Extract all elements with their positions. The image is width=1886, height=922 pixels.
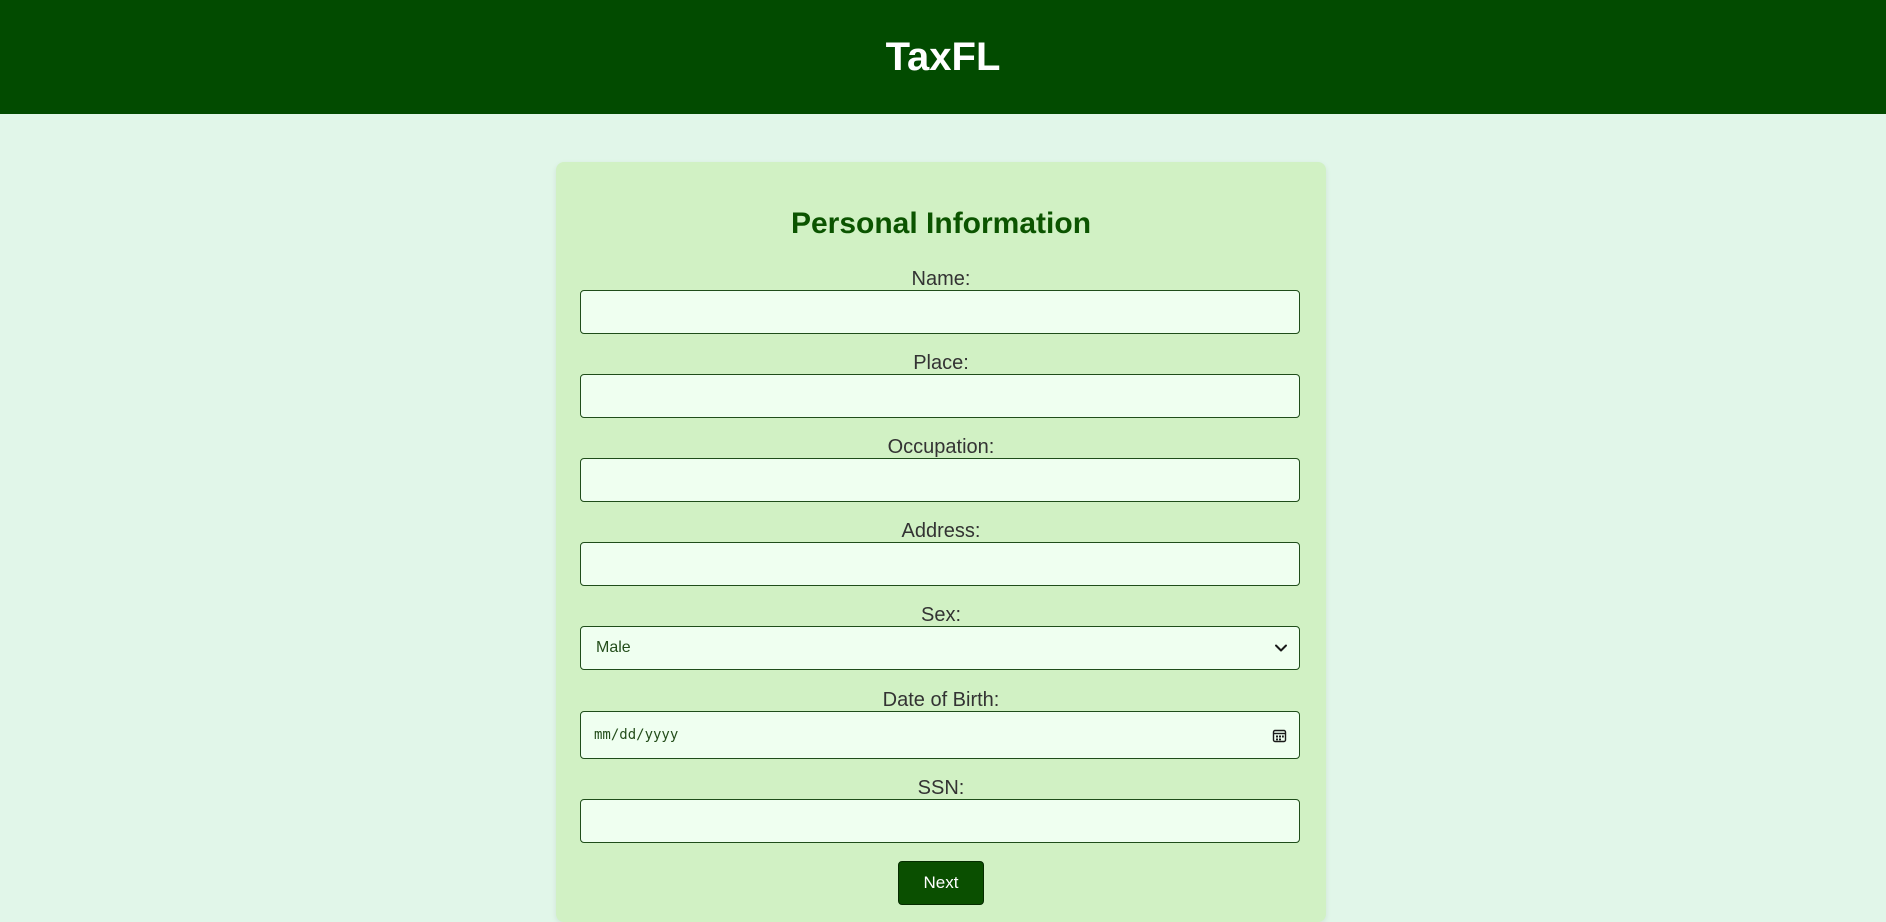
app-header: TaxFL xyxy=(0,0,1886,114)
chevron-down-icon xyxy=(1273,640,1289,656)
address-field-container xyxy=(580,542,1300,586)
ssn-label: SSN: xyxy=(917,777,965,799)
sex-selected-value: Male xyxy=(596,639,631,656)
address-input[interactable] xyxy=(581,543,1299,585)
name-input[interactable] xyxy=(581,291,1299,333)
ssn-input[interactable] xyxy=(581,800,1299,842)
next-button[interactable]: Next xyxy=(898,861,984,905)
occupation-field-container xyxy=(580,458,1300,502)
place-input[interactable] xyxy=(581,375,1299,417)
dob-placeholder: mm/dd/yyyy xyxy=(594,727,679,743)
form-title: Personal Information xyxy=(790,207,1092,240)
ssn-field-container xyxy=(580,799,1300,843)
occupation-label: Occupation: xyxy=(887,436,995,458)
address-label: Address: xyxy=(901,520,981,542)
dob-input[interactable]: mm/dd/yyyy xyxy=(580,711,1300,759)
place-label: Place: xyxy=(913,352,969,374)
place-field-container xyxy=(580,374,1300,418)
sex-select[interactable]: Male xyxy=(580,626,1300,670)
dob-label: Date of Birth: xyxy=(882,689,1000,711)
name-label: Name: xyxy=(911,268,971,290)
calendar-icon[interactable] xyxy=(1271,727,1287,743)
sex-label: Sex: xyxy=(920,604,962,626)
personal-info-form: Personal Information Name: Place: Occupa… xyxy=(556,162,1326,922)
app-title: TaxFL xyxy=(885,34,1001,79)
occupation-input[interactable] xyxy=(581,459,1299,501)
name-field-container xyxy=(580,290,1300,334)
